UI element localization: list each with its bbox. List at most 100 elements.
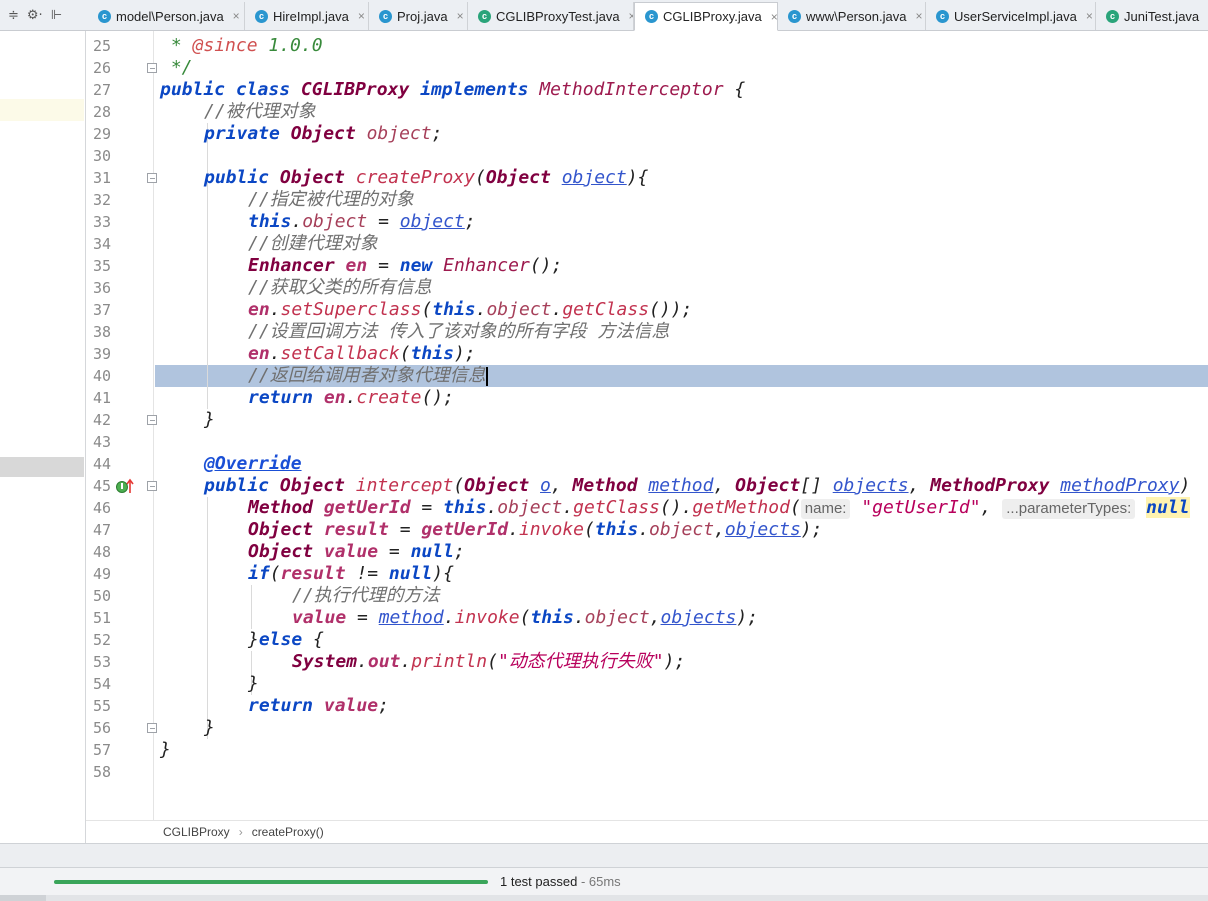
field-name: object xyxy=(649,519,715,540)
keyword: new xyxy=(399,255,433,276)
tab-userserviceimpl[interactable]: c UserServiceImpl.java × xyxy=(926,2,1096,30)
tab-model-person[interactable]: c model\Person.java × xyxy=(88,2,245,30)
line-number: 25 xyxy=(92,37,111,55)
code-editor[interactable]: * @since 1.0.0 */ public class CGLIBProx… xyxy=(155,31,1208,820)
java-class-icon: c xyxy=(98,9,111,23)
method-name: create xyxy=(356,387,422,408)
test-status-message: 1 test passed xyxy=(500,874,578,889)
breadcrumb: CGLIBProxy › createProxy() xyxy=(86,820,1208,843)
punctuation: } xyxy=(248,673,259,694)
punctuation: . xyxy=(443,607,455,628)
string-literal: "动态代理执行失败" xyxy=(497,651,664,672)
close-tab-icon[interactable]: × xyxy=(233,9,240,23)
settings-gear-icon[interactable]: ⚙· xyxy=(27,8,43,23)
panel-highlight xyxy=(0,99,84,121)
string-literal: "getUserId" xyxy=(861,497,981,518)
line-number: 55 xyxy=(92,697,111,715)
method-name: println xyxy=(411,651,488,672)
parameter-name: methodProxy xyxy=(1060,475,1180,496)
code-line-41: return en.create(); xyxy=(248,387,454,409)
javadoc-text: 1.0.0 xyxy=(257,35,323,56)
field-name: object xyxy=(366,123,432,144)
tab-cglibproxytest[interactable]: c CGLIBProxyTest.java × xyxy=(468,2,634,30)
code-line-40: //返回给调用者对象代理信息 xyxy=(248,365,488,387)
punctuation: ( xyxy=(789,497,801,518)
code-line-29: private Object object; xyxy=(204,123,442,145)
indent-guide xyxy=(207,497,208,739)
field-name: object xyxy=(486,299,552,320)
editor-gutter[interactable]: 25 26 27 28 29 30 31 32 33 34 35 36 37 3… xyxy=(86,31,157,820)
punctuation: (); xyxy=(421,387,454,408)
punctuation: { xyxy=(723,79,746,100)
punctuation: } xyxy=(160,739,171,760)
line-number: 29 xyxy=(92,125,111,143)
type-name: Object xyxy=(485,167,551,188)
code-line-47: Object result = getUerId.invoke(this.obj… xyxy=(248,519,822,541)
implements-method-icon[interactable] xyxy=(116,478,136,494)
code-line-52: }else { xyxy=(248,629,324,651)
breadcrumb-item-class[interactable]: CGLIBProxy xyxy=(163,825,230,839)
punctuation: ); xyxy=(663,651,686,672)
tab-label: UserServiceImpl.java xyxy=(954,8,1077,24)
close-tab-icon[interactable]: × xyxy=(358,9,365,23)
comment: //被代理对象 xyxy=(204,101,316,122)
tab-junitest[interactable]: c JuniTest.java xyxy=(1096,2,1208,30)
line-number: 26 xyxy=(92,59,111,77)
line-number: 54 xyxy=(92,675,111,693)
close-tab-icon[interactable]: × xyxy=(915,9,922,23)
punctuation: ){ xyxy=(432,563,454,584)
parameter-name: objects xyxy=(660,607,737,628)
hide-panel-icon[interactable]: ⊩ xyxy=(51,8,62,23)
parameter-name: objects xyxy=(724,519,801,540)
local-variable: result xyxy=(280,563,346,584)
java-class-icon: c xyxy=(255,9,268,23)
punctuation: , xyxy=(713,475,736,496)
tab-www-person[interactable]: c www\Person.java × xyxy=(778,2,926,30)
comment: //创建代理对象 xyxy=(248,233,378,254)
tab-proj[interactable]: c Proj.java × xyxy=(369,2,468,30)
comment: //返回给调用者对象代理信息 xyxy=(248,365,486,386)
local-variable: en xyxy=(248,299,270,320)
code-line-27: public class CGLIBProxy implements Metho… xyxy=(160,79,745,101)
punctuation: } xyxy=(204,409,215,430)
code-line-54: } xyxy=(248,673,259,695)
line-number: 36 xyxy=(92,279,111,297)
close-tab-icon[interactable]: × xyxy=(771,10,777,24)
method-name: setSuperclass xyxy=(280,299,422,320)
tab-label: HireImpl.java xyxy=(273,8,349,24)
local-variable: getUerId xyxy=(421,519,509,540)
java-class-icon: c xyxy=(645,10,658,23)
punctuation: ){ xyxy=(626,167,649,188)
code-line-42: } xyxy=(204,409,215,431)
tab-cglibproxy[interactable]: c CGLIBProxy.java × xyxy=(634,2,778,31)
annotation: @Override xyxy=(204,453,302,474)
close-tab-icon[interactable]: × xyxy=(1086,9,1093,23)
keyword: public xyxy=(204,475,270,496)
punctuation: } xyxy=(248,629,259,650)
split-icon[interactable]: ≑ xyxy=(8,8,19,23)
code-line-48: Object value = null; xyxy=(248,541,465,563)
line-number: 50 xyxy=(92,587,111,605)
java-class-icon: c xyxy=(788,9,801,23)
type-name: Object xyxy=(248,541,314,562)
comment: //指定被代理的对象 xyxy=(248,189,414,210)
close-tab-icon[interactable]: × xyxy=(457,9,464,23)
tab-hireimpl[interactable]: c HireImpl.java × xyxy=(245,2,369,30)
breadcrumb-item-method[interactable]: createProxy() xyxy=(252,825,324,839)
punctuation: (); xyxy=(529,255,563,276)
type-name: MethodProxy xyxy=(930,475,1050,496)
java-class-icon: c xyxy=(379,9,392,23)
status-bar: 1 test passed - 65ms xyxy=(0,867,1208,895)
local-variable: en xyxy=(323,387,346,408)
parameter-name: objects xyxy=(832,475,909,496)
code-line-46: Method getUerId = this.object.getClass()… xyxy=(248,497,1190,519)
field-name: object xyxy=(302,211,368,232)
punctuation: . xyxy=(400,651,412,672)
method-name: invoke xyxy=(518,519,584,540)
type-name: Object xyxy=(735,475,801,496)
line-number: 38 xyxy=(92,323,111,341)
tab-label: Proj.java xyxy=(397,8,448,24)
keyword: private xyxy=(204,123,280,144)
method-name: invoke xyxy=(454,607,520,628)
punctuation: != xyxy=(345,563,389,584)
